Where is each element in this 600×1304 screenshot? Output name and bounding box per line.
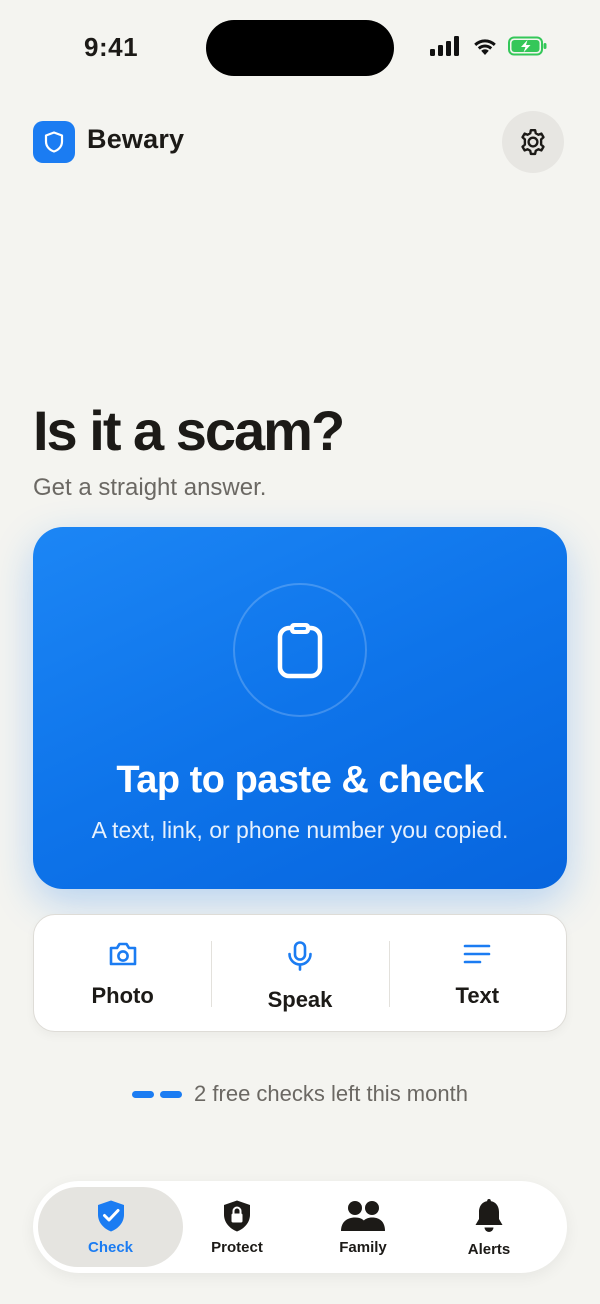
tab-family-label: Family [339, 1239, 387, 1256]
dynamic-island [206, 20, 394, 76]
tab-check[interactable]: Check [38, 1187, 183, 1267]
speak-option-button[interactable]: Speak [211, 915, 388, 1031]
input-options: Photo Speak Text [33, 914, 567, 1032]
bell-icon [475, 1199, 503, 1232]
text-option-button[interactable]: Text [388, 915, 566, 1031]
wifi-icon [474, 39, 496, 55]
tab-alerts-label: Alerts [467, 1241, 511, 1258]
cellular-signal-icon [430, 36, 459, 56]
shield-check-icon [97, 1200, 124, 1232]
status-time: 9:41 [84, 32, 139, 62]
paste-title: Tap to paste & check [116, 759, 484, 801]
quota-indicator [132, 1090, 183, 1098]
people-icon [341, 1201, 385, 1231]
gear-icon [521, 128, 545, 156]
speak-option-label: Speak [267, 987, 333, 1012]
photo-option-label: Photo [91, 983, 154, 1008]
microphone-icon [288, 941, 312, 971]
paste-icon-ring [233, 583, 367, 717]
text-option-label: Text [455, 983, 500, 1008]
shield-icon [44, 131, 64, 153]
battery-charging-icon [508, 36, 547, 56]
tab-check-label: Check [87, 1239, 134, 1256]
app-name: Bewary [87, 124, 185, 154]
status-bar: 9:41 [0, 0, 600, 96]
tab-protect-label: Protect [211, 1239, 263, 1256]
camera-icon [109, 942, 136, 966]
text-lines-icon [464, 944, 491, 964]
app-logo [33, 121, 75, 163]
quota-pill [132, 1090, 155, 1098]
paste-subtitle: A text, link, or phone number you copied… [91, 817, 509, 843]
photo-option-button[interactable]: Photo [34, 915, 211, 1031]
status-icons [430, 36, 548, 56]
tab-alerts[interactable]: Alerts [425, 1187, 553, 1267]
hero-title: Is it a scam? [33, 399, 345, 462]
tab-protect[interactable]: Protect [173, 1187, 301, 1267]
free-checks-quota: 2 free checks left this month [0, 1081, 600, 1107]
shield-lock-icon [224, 1200, 250, 1232]
settings-button[interactable] [502, 111, 564, 173]
tab-bar: Check Protect Family Alerts [33, 1181, 567, 1273]
tab-family[interactable]: Family [299, 1187, 427, 1267]
quota-pill [160, 1090, 183, 1098]
clipboard-icon [277, 623, 323, 679]
quota-text: 2 free checks left this month [194, 1081, 468, 1106]
paste-and-check-button[interactable]: Tap to paste & check A text, link, or ph… [33, 527, 567, 889]
hero-subtitle: Get a straight answer. [33, 474, 267, 501]
